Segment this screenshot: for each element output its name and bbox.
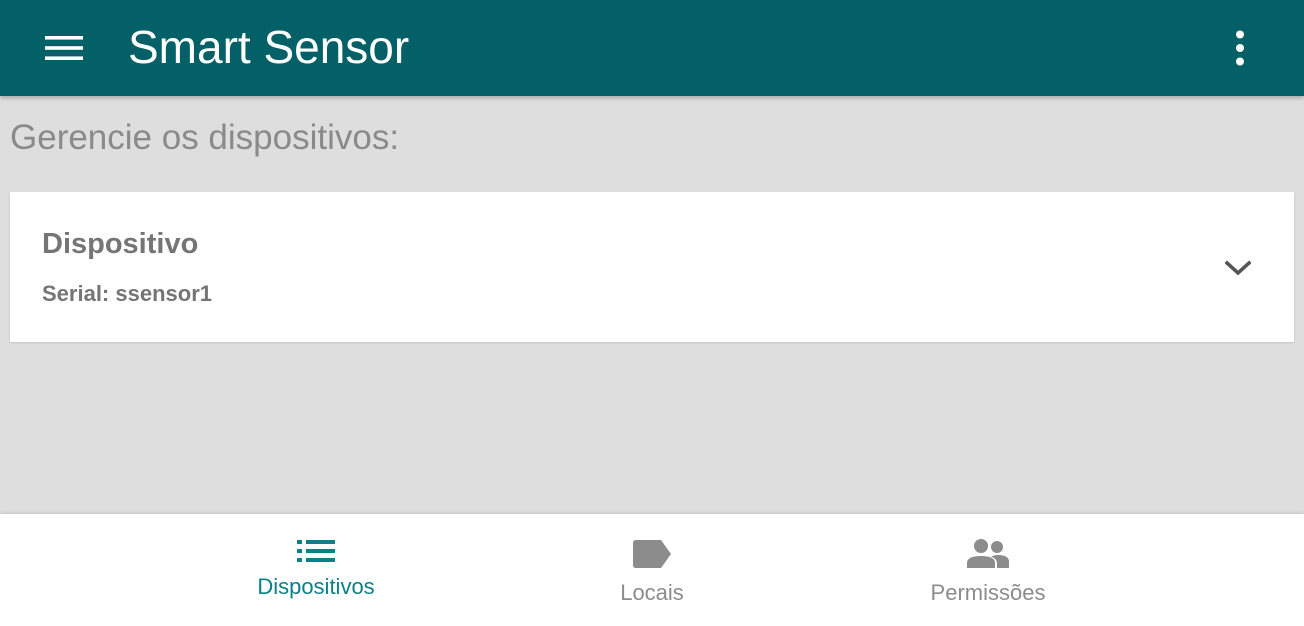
hamburger-menu-icon — [45, 36, 83, 60]
app-title: Smart Sensor — [128, 21, 410, 73]
more-vert-icon — [1236, 30, 1244, 66]
device-serial: Serial: ssensor1 — [42, 281, 212, 306]
label-tag-icon — [633, 540, 671, 568]
nav-label-dispositivos: Dispositivos — [257, 574, 375, 599]
nav-label-locais: Locais — [620, 580, 684, 605]
device-card[interactable]: Dispositivo Serial: ssensor1 — [10, 192, 1294, 342]
list-icon — [297, 540, 335, 562]
chevron-down-icon — [1225, 260, 1251, 276]
nav-item-locais[interactable]: Locais — [582, 514, 722, 626]
app-bar: Smart Sensor — [0, 0, 1304, 96]
expand-button[interactable] — [1216, 246, 1260, 290]
overflow-menu-button[interactable] — [1214, 18, 1266, 78]
nav-item-dispositivos[interactable]: Dispositivos — [230, 514, 402, 626]
nav-item-permissoes[interactable]: Permissões — [900, 514, 1076, 626]
people-icon — [967, 539, 1009, 568]
bottom-navigation: Dispositivos Locais Permissões — [0, 514, 1304, 626]
nav-label-permissoes: Permissões — [930, 580, 1046, 605]
menu-button[interactable] — [30, 18, 98, 78]
device-title: Dispositivo — [42, 228, 199, 260]
section-title: Gerencie os dispositivos: — [10, 118, 400, 157]
